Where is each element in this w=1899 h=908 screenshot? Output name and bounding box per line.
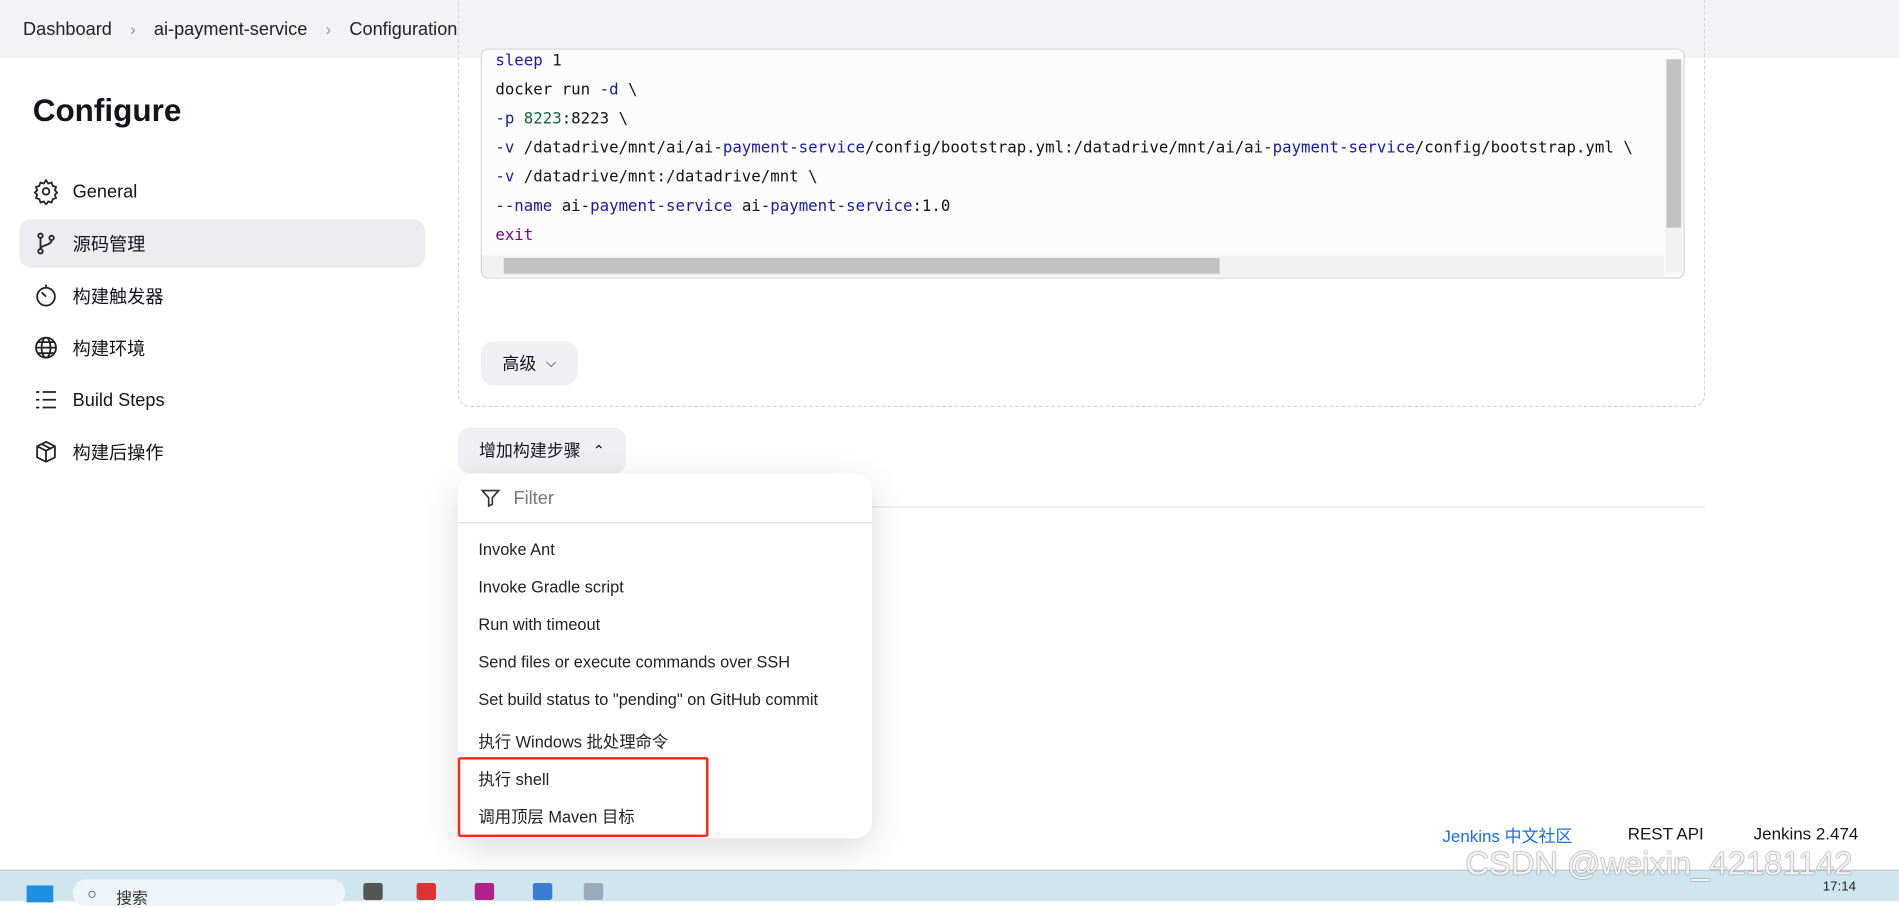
timer-icon [36, 284, 56, 307]
chevron-right-icon: › [325, 19, 332, 39]
sidebar-item-label: General [72, 181, 138, 202]
list-icon [36, 391, 57, 409]
divider [871, 506, 1706, 508]
sidebar-item-build-steps[interactable]: Build Steps [19, 376, 425, 424]
chevron-down-icon: ⌵ [545, 355, 557, 371]
sidebar-item-label: Build Steps [72, 389, 165, 411]
sidebar-item-label: 构建环境 [72, 338, 146, 360]
package-icon [36, 440, 56, 463]
intellij-icon[interactable] [474, 883, 495, 900]
filter-icon [480, 489, 501, 508]
sidebar-item-build-triggers[interactable]: 构建触发器 [19, 271, 425, 319]
code-line: -p 8223:8223 \ [495, 110, 629, 129]
add-build-step-label: 增加构建步骤 [478, 440, 581, 461]
app-icon[interactable] [532, 883, 553, 900]
gear-icon [33, 178, 59, 205]
breadcrumb-dashboard[interactable]: Dashboard [23, 19, 112, 40]
filter-input[interactable]: Filter [457, 474, 872, 524]
filter-placeholder: Filter [513, 487, 554, 509]
chevron-up-icon: ⌃ [592, 442, 605, 460]
branch-icon [37, 232, 55, 255]
menu-item-invoke-gradle[interactable]: Invoke Gradle script [478, 578, 623, 596]
shell-command-editor[interactable]: sleep 1 docker run -d \ -p 8223:8223 \ -… [480, 48, 1685, 279]
advanced-label: 高级 [502, 353, 537, 374]
menu-item-github-status[interactable]: Set build status to "pending" on GitHub … [478, 690, 818, 708]
scrollbar-thumb[interactable] [1666, 59, 1682, 228]
menu-item-ssh[interactable]: Send files or execute commands over SSH [478, 653, 790, 671]
add-build-step-button[interactable]: 增加构建步骤 ⌃ [457, 427, 627, 474]
jenkins-configure-page: Dashboard › ai-payment-service › Configu… [0, 0, 1899, 907]
breadcrumb-project[interactable]: ai-payment-service [154, 19, 307, 40]
code-line: exit [495, 226, 534, 245]
menu-item-windows-batch[interactable]: 执行 Windows 批处理命令 [478, 728, 668, 752]
advanced-button[interactable]: 高级 ⌵ [480, 341, 578, 386]
menu-item-invoke-ant[interactable]: Invoke Ant [478, 540, 554, 558]
code-line: sleep 1 [495, 52, 562, 71]
notepad-icon[interactable] [583, 883, 604, 900]
search-placeholder: 搜索 [116, 889, 148, 908]
sidebar-item-label: 构建触发器 [72, 286, 164, 308]
footer-rest-api-link[interactable]: REST API [1628, 824, 1704, 843]
code-line: --name ai-payment-service ai-payment-ser… [495, 197, 951, 216]
globe-icon [35, 336, 57, 359]
page-title: Configure [32, 92, 182, 129]
sidebar-item-general[interactable]: General [19, 167, 425, 215]
sidebar-item-build-environment[interactable]: 构建环境 [19, 323, 425, 371]
vertical-scrollbar[interactable] [1665, 59, 1683, 273]
code-line: -v /datadrive/mnt/ai/ai-payment-service/… [495, 139, 1633, 158]
sidebar-item-post-build[interactable]: 构建后操作 [19, 428, 425, 476]
breadcrumb-configuration[interactable]: Configuration [349, 19, 457, 40]
scrollbar-thumb[interactable] [503, 258, 1220, 274]
footer-version-link[interactable]: Jenkins 2.474 [1754, 824, 1859, 843]
menu-item-run-with-timeout[interactable]: Run with timeout [478, 615, 600, 633]
sidebar-item-label: 构建后操作 [72, 442, 164, 464]
taskbar-search[interactable]: ○ 搜索 [72, 879, 346, 908]
sidebar-item-label: 源码管理 [72, 234, 146, 255]
chrome-icon[interactable] [416, 883, 436, 900]
chevron-right-icon: › [130, 19, 136, 39]
code-line: -v /datadrive/mnt:/datadrive/mnt \ [495, 168, 818, 187]
code-line: docker run -d \ [495, 81, 638, 100]
watermark: CSDN @weixin_42181142 [1465, 845, 1853, 882]
highlight-box [457, 757, 709, 838]
sidebar-item-source-control[interactable]: 源码管理 [19, 219, 426, 268]
app-icon[interactable] [363, 883, 383, 900]
footer-community-link[interactable]: Jenkins 中文社区 [1442, 824, 1572, 848]
horizontal-scrollbar[interactable] [482, 255, 1665, 277]
